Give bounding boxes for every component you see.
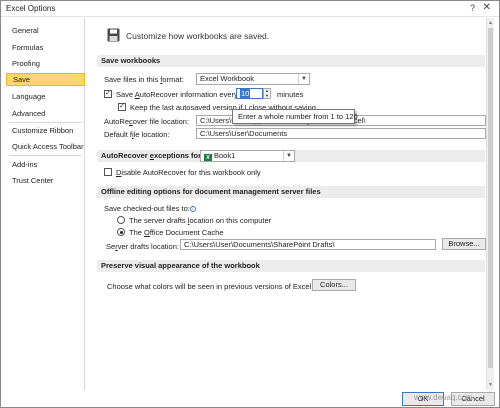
server-drafts-radio[interactable] xyxy=(117,216,125,224)
nav-item-save[interactable]: Save xyxy=(6,73,85,86)
close-icon[interactable]: ✕ xyxy=(483,2,491,13)
nav-item-advanced[interactable]: Advanced xyxy=(6,107,85,120)
save-format-select[interactable]: Excel Workbook ▼ xyxy=(196,73,310,85)
autorecover-location-label: AutoRecover file location: xyxy=(104,117,190,126)
save-checked-out-label: Save checked-out files to: i xyxy=(104,204,196,213)
default-location-input[interactable]: C:\Users\User\Documents xyxy=(196,128,486,139)
browse-button[interactable]: Browse... xyxy=(442,238,486,250)
section-offline-editing: Offline editing options for document man… xyxy=(97,186,485,198)
page-header: Customize how workbooks are saved. xyxy=(126,31,270,41)
section-preserve-appearance: Preserve visual appearance of the workbo… xyxy=(97,260,485,272)
chevron-down-icon: ▼ xyxy=(283,151,294,161)
watermark-text: www.deuaq.com xyxy=(414,393,473,402)
disable-autorecover-label: Disable AutoRecover for this workbook on… xyxy=(116,168,261,177)
autorecover-minutes-input[interactable]: 10 xyxy=(236,88,263,99)
window-title: Excel Options xyxy=(6,4,56,13)
autorecover-checkbox[interactable]: ✓ xyxy=(104,90,112,98)
help-icon[interactable]: ? xyxy=(470,3,475,13)
autorecover-label: Save AutoRecover information every xyxy=(116,90,238,99)
server-drafts-label: The server drafts location on this compu… xyxy=(129,216,272,225)
nav-item-proofing[interactable]: Proofing xyxy=(6,57,85,70)
excel-options-window: Excel Options ? ✕ General Formulas Proof… xyxy=(0,0,500,408)
nav-item-customize-ribbon[interactable]: Customize Ribbon xyxy=(6,124,85,137)
scroll-down-icon[interactable]: ▼ xyxy=(488,382,493,388)
scroll-up-icon[interactable]: ▲ xyxy=(488,20,493,26)
nav-item-general[interactable]: General xyxy=(6,24,85,37)
scrollbar-thumb[interactable] xyxy=(488,28,493,368)
save-format-value: Excel Workbook xyxy=(200,74,255,83)
keep-last-version-checkbox[interactable]: ✓ xyxy=(118,103,126,111)
office-cache-radio[interactable] xyxy=(117,228,125,236)
minutes-spinner-arrows[interactable]: ▲ ▼ xyxy=(263,88,271,99)
minutes-label: minutes xyxy=(277,90,304,99)
minutes-tooltip: Enter a whole number from 1 to 120 xyxy=(232,109,358,124)
nav-item-quick-access-toolbar[interactable]: Quick Access Toolbar xyxy=(6,140,85,153)
nav-item-add-ins[interactable]: Add-ins xyxy=(6,158,85,171)
info-icon: i xyxy=(189,206,196,212)
nav-item-language[interactable]: Language xyxy=(6,90,85,103)
save-format-label: Save files in this format: xyxy=(104,75,184,84)
nav-item-formulas[interactable]: Formulas xyxy=(6,41,85,54)
section-save-workbooks: Save workbooks xyxy=(97,55,485,67)
disable-autorecover-checkbox[interactable] xyxy=(104,168,112,176)
autorecover-minutes-value: 10 xyxy=(240,89,251,98)
title-bar: Excel Options ? ✕ xyxy=(1,1,499,17)
save-icon xyxy=(107,28,120,42)
colors-prompt-label: Choose what colors will be seen in previ… xyxy=(107,282,320,291)
default-location-label: Default file location: xyxy=(104,130,170,139)
server-location-label: Server drafts location: xyxy=(106,242,179,251)
options-nav: General Formulas Proofing Save Language … xyxy=(6,18,85,390)
exceptions-workbook-select[interactable]: X Book1 ▼ xyxy=(200,150,295,162)
nav-item-trust-center[interactable]: Trust Center xyxy=(6,174,85,187)
exceptions-workbook-value: Book1 xyxy=(214,151,236,160)
vertical-scrollbar[interactable]: ▲ ▼ xyxy=(486,18,494,390)
server-location-input[interactable]: C:\Users\User\Documents\SharePoint Draft… xyxy=(180,239,436,250)
nav-divider xyxy=(9,122,82,123)
save-options-panel: Customize how workbooks are saved. Save … xyxy=(90,18,494,390)
chevron-down-icon: ▼ xyxy=(298,74,309,84)
colors-button[interactable]: Colors... xyxy=(312,279,356,291)
nav-divider xyxy=(9,155,82,156)
excel-icon: X xyxy=(204,154,212,161)
office-cache-label: The Office Document Cache xyxy=(129,228,224,237)
